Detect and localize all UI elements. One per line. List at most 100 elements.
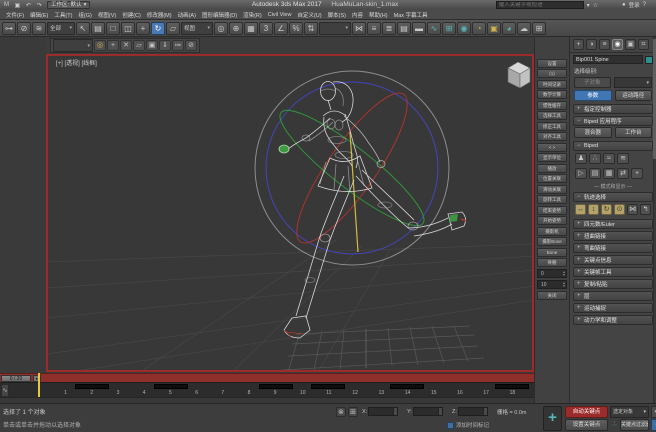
help-icon[interactable]: ? bbox=[643, 2, 646, 8]
convert-icon[interactable]: ⇄ bbox=[617, 168, 629, 179]
script-button-0[interactable]: 设置 bbox=[537, 59, 567, 68]
parameters-button[interactable]: 参数 bbox=[574, 90, 612, 101]
menu-item-2[interactable]: 工具(T) bbox=[51, 11, 75, 19]
spinner-down-icon[interactable]: ▾ bbox=[563, 273, 565, 277]
disable-layer-icon[interactable]: ⊘ bbox=[185, 40, 197, 51]
script-button-2[interactable]: 时间记录 bbox=[537, 80, 567, 89]
bind-to-space-warp-icon[interactable]: ≋ bbox=[32, 22, 46, 35]
script-button-13[interactable]: 旋转工具 bbox=[537, 195, 567, 204]
script-button-10[interactable]: 播放 bbox=[537, 164, 567, 173]
select-and-rotate-icon[interactable]: ↻ bbox=[151, 22, 165, 35]
paste-layer-icon[interactable]: ▣ bbox=[146, 40, 158, 51]
select-object-icon[interactable]: ↖ bbox=[76, 22, 90, 35]
angle-snap-icon[interactable]: ∠ bbox=[274, 22, 288, 35]
keyframe-block-2[interactable] bbox=[75, 384, 109, 389]
rollout-header-7[interactable]: +关键点信息 bbox=[573, 255, 653, 265]
script-button-17[interactable]: 摄影Bone bbox=[537, 237, 567, 246]
render-flyout-icon[interactable]: ⊞ bbox=[532, 22, 546, 35]
workspace-dropdown[interactable]: 工作区: 默认 ▾ bbox=[47, 1, 90, 9]
rollout-header-10[interactable]: +层 bbox=[573, 291, 653, 301]
biped-playback-icon[interactable]: ▷ bbox=[575, 168, 587, 179]
object-color-swatch[interactable] bbox=[645, 56, 653, 64]
biped-app-button-0[interactable]: 混合器 bbox=[574, 127, 612, 138]
rollout-header-6[interactable]: +弯曲链接 bbox=[573, 243, 653, 253]
spinner-snap-icon[interactable]: ⇅ bbox=[304, 22, 318, 35]
rollout-header-0[interactable]: +指定控制器 bbox=[573, 104, 653, 114]
layer-explorer-icon[interactable]: ▤ bbox=[397, 22, 411, 35]
tab-utilities[interactable]: ⌗ bbox=[638, 39, 649, 50]
save-file-icon[interactable]: ▦ bbox=[603, 168, 615, 179]
x-coordinate-field[interactable] bbox=[368, 407, 398, 416]
select-and-move-icon[interactable]: + bbox=[136, 22, 150, 35]
select-and-link-icon[interactable]: ⊶ bbox=[2, 22, 16, 35]
tab-hierarchy[interactable]: ≡ bbox=[599, 39, 610, 50]
select-and-manipulate-icon[interactable]: ⊕ bbox=[229, 22, 243, 35]
body-horizontal-icon[interactable]: ↔ bbox=[575, 204, 586, 215]
keyframe-block-18[interactable] bbox=[495, 384, 529, 389]
script-spinner-0[interactable]: 0▴▾ bbox=[537, 269, 567, 278]
window-crossing-icon[interactable]: ◫ bbox=[121, 22, 135, 35]
absolute-mode-icon[interactable]: ⊞ bbox=[348, 407, 358, 417]
rollout-header-4[interactable]: +四元数/Euler bbox=[573, 219, 653, 229]
ribbon-toggle-icon[interactable]: ▬ bbox=[412, 22, 426, 35]
chevron-down-icon[interactable]: ▾ bbox=[587, 2, 590, 9]
scene-explorer-icon[interactable]: ≣ bbox=[382, 22, 396, 35]
motion-flow-mode-icon[interactable]: ≈ bbox=[603, 153, 615, 164]
menu-item-10[interactable]: Civil View bbox=[265, 12, 295, 18]
y-coordinate-field[interactable] bbox=[413, 407, 443, 416]
app-logo-icon[interactable]: M bbox=[2, 1, 11, 9]
rollout-header-1[interactable]: −Biped 应用程序 bbox=[573, 116, 653, 126]
script-button-7[interactable]: 对齐工具 bbox=[537, 132, 567, 141]
script-button-5[interactable]: 选择工具 bbox=[537, 111, 567, 120]
menu-item-4[interactable]: 视图(V) bbox=[95, 11, 119, 19]
key-mode-toggle-button[interactable]: ● bbox=[651, 419, 656, 431]
favorites-star-icon[interactable]: ☆ bbox=[593, 2, 598, 9]
tab-display[interactable]: ▣ bbox=[625, 39, 636, 50]
rendered-frame-icon[interactable]: ▣ bbox=[487, 22, 501, 35]
named-selection-sets-dropdown[interactable]: ▾ bbox=[319, 22, 351, 35]
sub-object-button[interactable]: 子对象 bbox=[574, 77, 611, 88]
mixed-mode-icon[interactable]: ≋ bbox=[617, 153, 629, 164]
use-pivot-center-icon[interactable]: ◎ bbox=[214, 22, 228, 35]
menu-item-8[interactable]: 图形编辑器(D) bbox=[199, 11, 240, 19]
object-name-field[interactable]: Bip001 Spine bbox=[573, 55, 643, 64]
set-key-button[interactable]: 设置关键点 bbox=[565, 419, 608, 431]
snaps-toggle-icon[interactable]: 3 bbox=[259, 22, 273, 35]
search-input[interactable] bbox=[496, 1, 584, 9]
script-button-1[interactable]: (1) bbox=[537, 69, 567, 78]
menu-item-12[interactable]: 脚本(S) bbox=[325, 11, 349, 19]
unlink-selection-icon[interactable]: ⊘ bbox=[17, 22, 31, 35]
add-time-tag[interactable]: 添加时间标记 bbox=[447, 421, 489, 429]
menu-item-15[interactable]: Max 字幕工具 bbox=[391, 11, 431, 19]
rollout-header-11[interactable]: +运动捕捉 bbox=[573, 303, 653, 313]
align-icon[interactable]: ≡ bbox=[367, 22, 381, 35]
curve-editor-icon[interactable]: ∿ bbox=[427, 22, 441, 35]
viewport-label[interactable]: [+] [透视] [线框] bbox=[56, 58, 97, 67]
tab-motion[interactable]: ◉ bbox=[612, 39, 623, 50]
menu-item-1[interactable]: 编辑(E) bbox=[27, 11, 51, 19]
menu-item-9[interactable]: 渲染(R) bbox=[240, 11, 265, 19]
menu-item-5[interactable]: 创建(C) bbox=[119, 11, 144, 19]
keyframe-block-9[interactable] bbox=[259, 384, 293, 389]
menu-item-7[interactable]: 动画(A) bbox=[175, 11, 199, 19]
move-all-mode-icon[interactable]: + bbox=[631, 168, 643, 179]
script-button-14[interactable]: 结束姿势 bbox=[537, 206, 567, 215]
percent-snap-icon[interactable]: % bbox=[289, 22, 303, 35]
undo-icon[interactable]: ↶ bbox=[24, 1, 33, 9]
motion-paths-button[interactable]: 运动路径 bbox=[615, 90, 653, 101]
reference-coordinate-dropdown[interactable]: 视图▾ bbox=[181, 22, 213, 35]
body-rotation-icon[interactable]: ↻ bbox=[601, 204, 612, 215]
previous-key-button[interactable]: ⇤ bbox=[651, 406, 656, 418]
script-button-19[interactable]: 骨骼 bbox=[537, 258, 567, 267]
keyframe-block-14[interactable] bbox=[390, 384, 424, 389]
body-vertical-icon[interactable]: ↕ bbox=[588, 204, 599, 215]
time-slider[interactable]: 0 / 20 ▸ bbox=[0, 373, 534, 382]
track-bar[interactable]: ∿ 123456789101112131415161718 bbox=[0, 382, 534, 397]
select-by-name-icon[interactable]: ▤ bbox=[91, 22, 105, 35]
keyboard-override-icon[interactable]: ▦ bbox=[244, 22, 258, 35]
figure-mode-icon[interactable]: ♟ bbox=[575, 153, 587, 164]
menu-item-0[interactable]: 文件(F) bbox=[3, 11, 27, 19]
menu-item-3[interactable]: 组(G) bbox=[75, 11, 94, 19]
tab-modify[interactable]: ◑ bbox=[586, 39, 597, 50]
key-filters-button[interactable]: 关键点过滤器... bbox=[620, 419, 649, 431]
